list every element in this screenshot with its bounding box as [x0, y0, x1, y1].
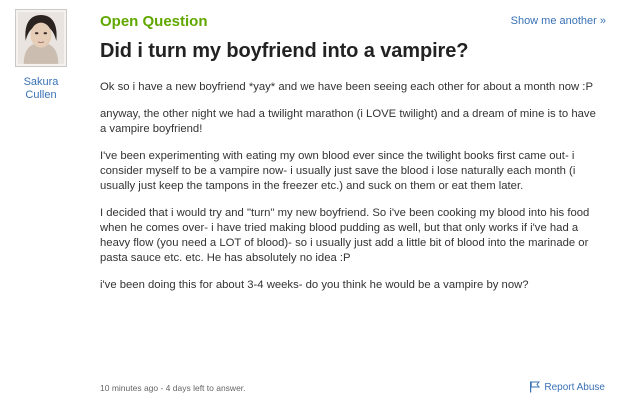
question-paragraph: i've been doing this for about 3-4 weeks… — [100, 279, 529, 292]
show-another-link[interactable]: Show me another » — [511, 15, 606, 27]
author-name[interactable]: Sakura Cullen — [8, 76, 74, 102]
question-paragraph: Ok so i have a new boyfriend *yay* and w… — [100, 81, 593, 93]
user-avatar-icon — [18, 12, 64, 64]
report-abuse-label[interactable]: Report Abuse — [544, 382, 605, 393]
author-name-line2[interactable]: Cullen — [8, 89, 74, 102]
question-paragraph: I've been experimenting with eating my o… — [100, 149, 576, 193]
question-title: Did i turn my boyfriend into a vampire? — [100, 40, 469, 62]
author-name-line1[interactable]: Sakura — [8, 76, 74, 89]
flag-icon — [530, 381, 541, 393]
question-status: Open Question — [100, 13, 208, 30]
report-abuse-link[interactable]: Report Abuse — [529, 381, 605, 393]
avatar[interactable] — [15, 9, 67, 67]
question-body: Ok so i have a new boyfriend *yay* and w… — [100, 80, 605, 305]
question-paragraph: anyway, the other night we had a twiligh… — [100, 107, 596, 135]
question-meta: 10 minutes ago - 4 days left to answer. — [100, 383, 246, 393]
question-paragraph: I decided that i would try and "turn" my… — [100, 206, 590, 265]
